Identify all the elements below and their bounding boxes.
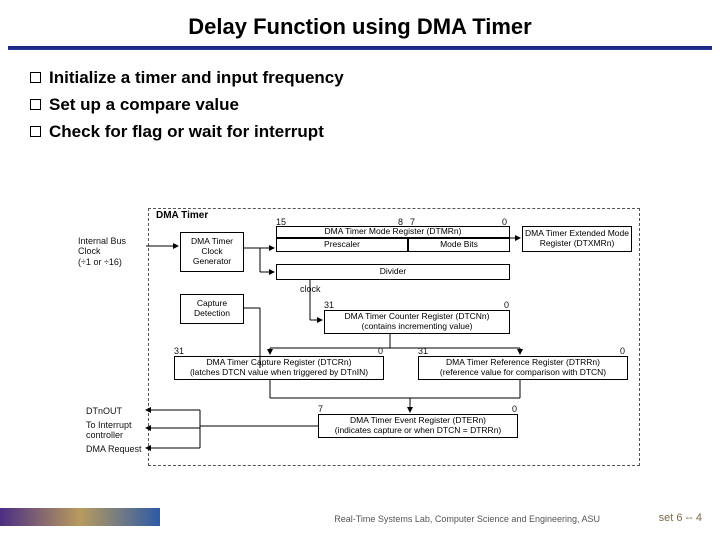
bullet-text: Check for flag or wait for interrupt: [49, 118, 324, 145]
page-number: set 6 -- 4: [659, 512, 702, 524]
bullet-text: Set up a compare value: [49, 91, 239, 118]
bullet-list: Initialize a timer and input frequency S…: [0, 64, 720, 146]
bullet-item: Initialize a timer and input frequency: [30, 64, 690, 91]
bullet-text: Initialize a timer and input frequency: [49, 64, 344, 91]
bullet-item: Check for flag or wait for interrupt: [30, 118, 690, 145]
square-bullet-icon: [30, 126, 41, 137]
square-bullet-icon: [30, 72, 41, 83]
footer-text: Real-Time Systems Lab, Computer Science …: [334, 514, 600, 524]
square-bullet-icon: [30, 99, 41, 110]
dma-timer-diagram: DMA Timer Internal Bus Clock (÷1 or ÷16)…: [90, 208, 650, 488]
footer-decoration: [0, 508, 160, 526]
diagram-arrows: [90, 208, 650, 488]
slide-title: Delay Function using DMA Timer: [0, 0, 720, 46]
bullet-item: Set up a compare value: [30, 91, 690, 118]
title-underline: [8, 46, 712, 50]
